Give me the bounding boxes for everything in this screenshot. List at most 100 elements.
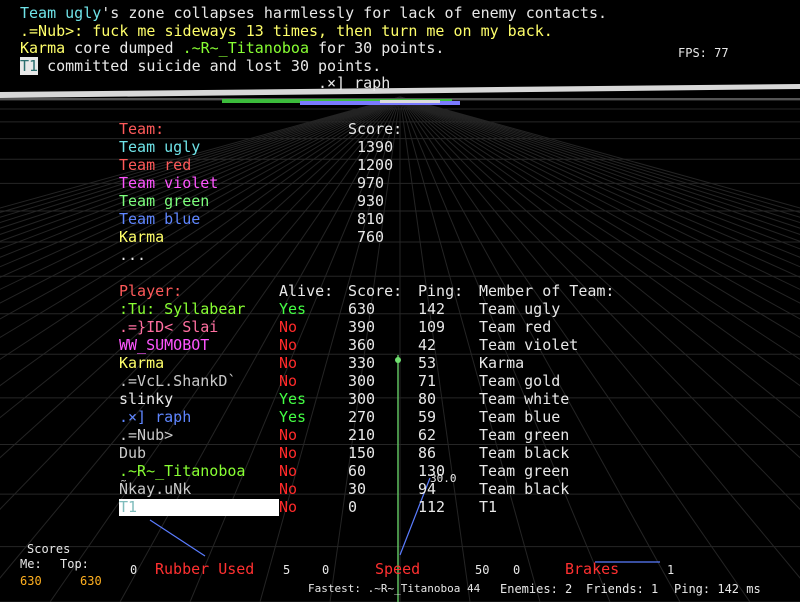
team-score: 970 [357, 174, 385, 192]
player-ping: 59 [418, 408, 437, 426]
team-name: Team violet [119, 174, 219, 192]
team-score: 1390 [357, 138, 394, 156]
floating-speed-number: 30.0 [430, 472, 457, 485]
player-alive: No [279, 480, 298, 498]
player-name: Ñkay.uNk [119, 480, 192, 498]
console-line: T1 committed suicide and lost 30 points. [20, 56, 382, 75]
player-ping: 42 [418, 336, 437, 354]
player-team: Team green [479, 462, 570, 480]
player-score: 210 [348, 426, 376, 444]
game-viewport: Team ugly's zone collapses harmlessly fo… [0, 0, 800, 602]
player-team: T1 [479, 498, 498, 516]
player-team: Team ugly [479, 300, 561, 318]
brakes-gauge-min: 0 [513, 563, 521, 577]
player-team: Team white [479, 390, 570, 408]
player-score: 330 [348, 354, 376, 372]
console-text: .=Nub>: fuck me sideways 13 times, then … [20, 21, 553, 40]
team-name: Karma [119, 228, 165, 246]
team-header: Team: [119, 120, 165, 138]
hud-me-label: Me: [20, 557, 42, 571]
team-more: ... [119, 246, 147, 264]
arena-wall [0, 84, 800, 98]
player-name: Karma [119, 354, 165, 372]
player-alive: No [279, 372, 298, 390]
console-text: for 30 points. [309, 39, 445, 57]
team-score-header: Score: [348, 120, 403, 138]
team-score: 930 [357, 192, 385, 210]
player-name: .=}ID< Slai [119, 318, 219, 336]
team-score: 1200 [357, 156, 394, 174]
team-name: Team red [119, 156, 192, 174]
hud-top-score: 630 [80, 574, 102, 588]
player-team: Karma [479, 354, 525, 372]
player-team: Team green [479, 426, 570, 444]
player-name: WW_SUMOBOT [119, 336, 210, 354]
console-line: Karma core dumped .~R~_Titanoboa for 30 … [20, 39, 444, 57]
player-name: :Tu: Syllabear [119, 300, 246, 318]
player-name: slinky [119, 390, 174, 408]
ping-header: Ping: [418, 282, 464, 300]
enemies-count: Enemies: 2 [500, 582, 573, 596]
camera-player-label: .×] raph [318, 74, 391, 92]
console-text: core dumped [65, 39, 183, 57]
player-score: 270 [348, 408, 376, 426]
hud-top-label: Top: [60, 557, 89, 571]
team-score: 810 [357, 210, 385, 228]
player-score: 0 [348, 498, 358, 516]
player-alive: No [279, 426, 298, 444]
hud-me-score: 630 [20, 574, 42, 588]
blue-trail-b [149, 519, 206, 557]
speed-gauge-label: Speed [375, 560, 421, 578]
rubber-gauge-min: 0 [130, 563, 138, 577]
player-name: .=VcL.ShankD` [119, 372, 237, 390]
player-alive: No [279, 444, 298, 462]
player-alive: Yes [279, 408, 307, 426]
brakes-gauge-max: 1 [667, 563, 675, 577]
team-name: Team ugly [119, 138, 201, 156]
console-line: .=Nub>: fuck me sideways 13 times, then … [20, 22, 553, 40]
cycle-marker [395, 357, 401, 363]
player-score: 300 [348, 390, 376, 408]
console-text: T1 [20, 56, 39, 75]
player-alive: No [279, 318, 298, 336]
console-text: Team ugly [20, 4, 102, 22]
player-score: 630 [348, 300, 376, 318]
player-name: .=Nub> [119, 426, 174, 444]
fps-counter: FPS: 77 [678, 46, 729, 60]
player-alive: Yes [279, 390, 307, 408]
player-name: Dub [119, 444, 147, 462]
team-score: 760 [357, 228, 385, 246]
console-text: committed suicide and lost 30 points. [38, 56, 382, 75]
team-member-header: Member of Team: [479, 282, 615, 300]
speed-gauge-min: 0 [322, 563, 330, 577]
player-name: T1 [119, 498, 138, 516]
player-team: Team black [479, 480, 570, 498]
console-text: Karma [20, 39, 66, 57]
player-score: 300 [348, 372, 376, 390]
console-text: 's zone collapses harmlessly for lack of… [101, 4, 608, 22]
light-cycle-trail [222, 99, 460, 105]
ping-display: Ping: 142 ms [674, 582, 761, 596]
score-header: Score: [348, 282, 403, 300]
player-team: Team red [479, 318, 552, 336]
player-ping: 86 [418, 444, 437, 462]
team-name: Team green [119, 192, 210, 210]
player-team: Team gold [479, 372, 561, 390]
player-score: 360 [348, 336, 376, 354]
player-alive: No [279, 354, 298, 372]
player-score: 30 [348, 480, 367, 498]
player-ping: 62 [418, 426, 437, 444]
player-team: Team black [479, 444, 570, 462]
player-ping: 80 [418, 390, 437, 408]
player-ping: 53 [418, 354, 437, 372]
player-score: 60 [348, 462, 367, 480]
fastest-player: Fastest: .~R~_Titanoboa 44 [308, 582, 481, 595]
player-name: .~R~_Titanoboa [119, 462, 246, 480]
console-line: Team ugly's zone collapses harmlessly fo… [20, 4, 607, 22]
player-score: 390 [348, 318, 376, 336]
player-alive: No [279, 462, 298, 480]
player-ping: 109 [418, 318, 446, 336]
team-name: Team blue [119, 210, 201, 228]
player-name: .×] raph [119, 408, 192, 426]
console-text: .~R~_Titanoboa [182, 39, 309, 57]
